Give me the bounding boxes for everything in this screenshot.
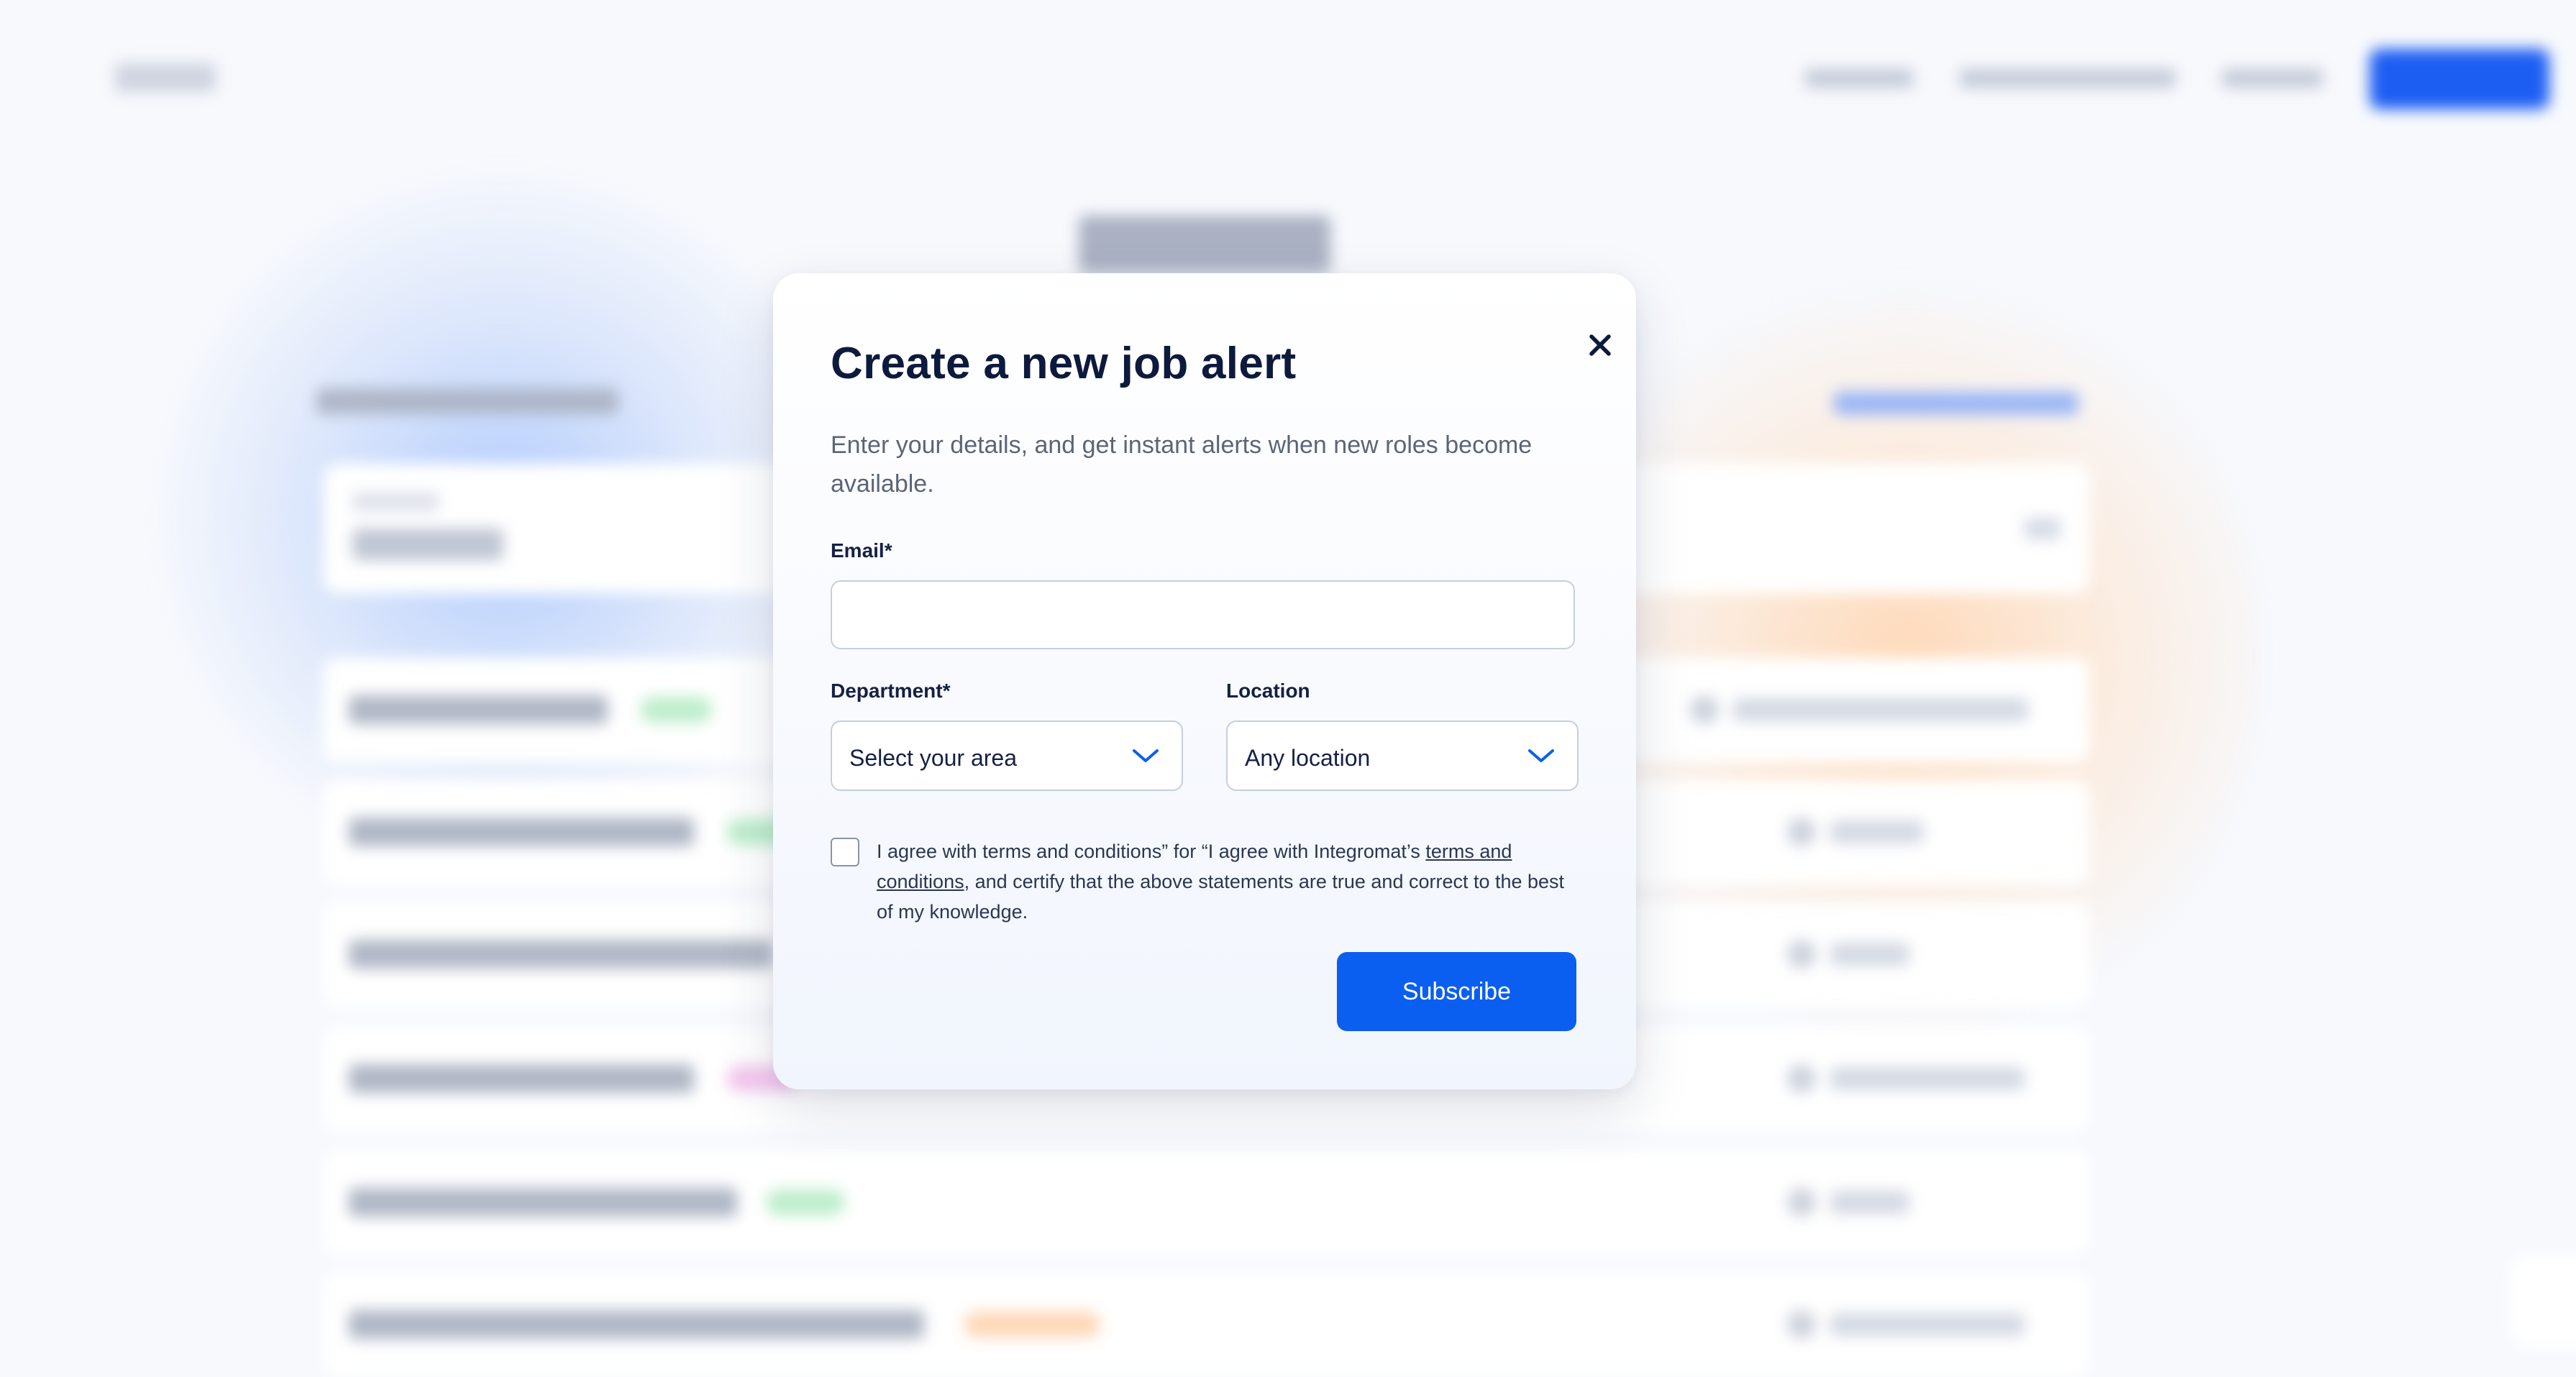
job-title bbox=[349, 818, 694, 846]
site-logo bbox=[115, 63, 216, 92]
location-selected-value: Any location bbox=[1245, 745, 1371, 771]
department-label: Department* bbox=[831, 680, 951, 702]
modal-title: Create a new job alert bbox=[831, 339, 1297, 388]
department-select[interactable]: Select your area bbox=[831, 720, 1183, 791]
nav-link bbox=[1960, 69, 2175, 88]
close-icon bbox=[1589, 334, 1611, 356]
filter-label bbox=[352, 493, 439, 511]
location-icon bbox=[1787, 1188, 1816, 1217]
consent-text-end: , and certify that the above statements … bbox=[877, 871, 1565, 923]
chevron-down-icon bbox=[1528, 749, 1554, 762]
open-jobs-count-blurred bbox=[316, 388, 618, 414]
recaptcha-badge bbox=[2510, 1255, 2576, 1348]
modal-description: Enter your details, and get instant aler… bbox=[831, 431, 1533, 498]
nav-link bbox=[1805, 69, 1913, 88]
job-title bbox=[349, 695, 608, 724]
location-select[interactable]: Any location bbox=[1226, 720, 1579, 791]
department-selected-value: Select your area bbox=[849, 745, 1018, 771]
subscribe-button[interactable]: Subscribe bbox=[1337, 952, 1576, 1031]
job-badge bbox=[964, 1312, 1100, 1337]
job-location bbox=[1830, 1191, 1909, 1214]
page-heading-blurred bbox=[1079, 216, 1330, 273]
job-badge bbox=[640, 697, 712, 723]
job-title bbox=[349, 940, 773, 969]
location-icon bbox=[1787, 940, 1816, 969]
chevron-down-icon bbox=[1133, 749, 1159, 762]
job-alert-modal: Create a new job alert Enter your detail… bbox=[773, 273, 1636, 1089]
job-location bbox=[1830, 820, 1924, 843]
location-icon bbox=[1787, 1310, 1816, 1339]
location-icon bbox=[1787, 818, 1816, 846]
email-input[interactable] bbox=[831, 580, 1575, 649]
job-location bbox=[1830, 1067, 2024, 1090]
terms-consent-text: I agree with terms and conditions” for “… bbox=[877, 836, 1567, 927]
job-row bbox=[324, 1150, 2089, 1255]
location-icon bbox=[1787, 1064, 1816, 1093]
location-label: Location bbox=[1226, 680, 1310, 702]
job-title bbox=[349, 1188, 737, 1217]
job-title bbox=[349, 1310, 924, 1339]
terms-checkbox[interactable] bbox=[831, 838, 859, 866]
location-icon bbox=[1690, 695, 1719, 724]
job-row bbox=[324, 1273, 2089, 1377]
job-location bbox=[1733, 698, 2028, 721]
consent-text-start: I agree with terms and conditions” for “… bbox=[877, 841, 1426, 862]
create-job-alert-link-blurred bbox=[1834, 392, 2078, 415]
email-label: Email* bbox=[831, 539, 892, 562]
filter-chevron bbox=[2024, 518, 2060, 539]
nav-link bbox=[2222, 69, 2323, 88]
filter-value bbox=[352, 529, 503, 560]
job-badge bbox=[766, 1189, 845, 1215]
nav-cta-button bbox=[2370, 49, 2549, 109]
job-location bbox=[1830, 943, 1909, 966]
job-location bbox=[1830, 1313, 2024, 1336]
job-title bbox=[349, 1064, 694, 1093]
close-button[interactable] bbox=[1571, 316, 1629, 374]
